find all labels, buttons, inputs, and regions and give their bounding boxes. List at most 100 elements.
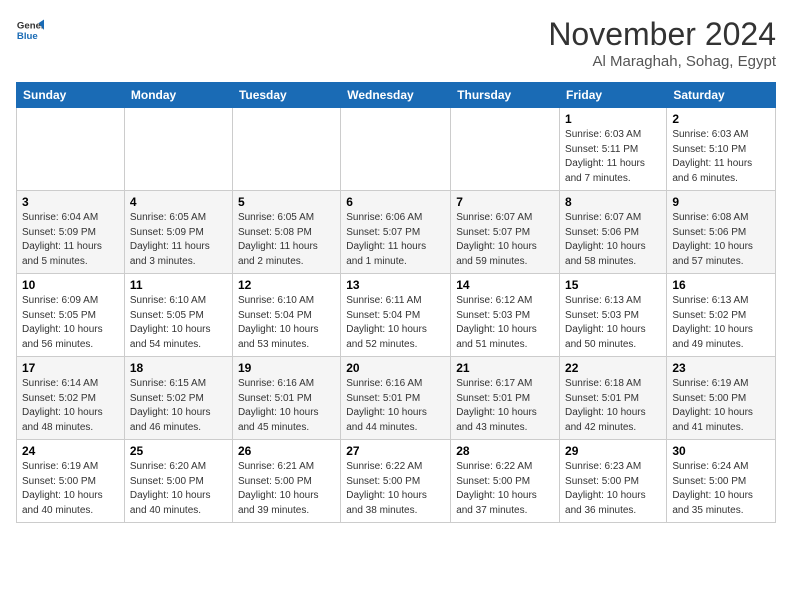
calendar-cell: 17 Sunrise: 6:14 AM Sunset: 5:02 PM Dayli… xyxy=(17,357,125,440)
location-subtitle: Al Maraghah, Sohag, Egypt xyxy=(548,53,776,70)
calendar-cell: 4 Sunrise: 6:05 AM Sunset: 5:09 PM Daylig… xyxy=(124,191,232,274)
weekday-header: Wednesday xyxy=(341,83,451,108)
day-number: 30 xyxy=(672,444,770,458)
day-number: 2 xyxy=(672,112,770,126)
day-number: 21 xyxy=(456,361,554,375)
day-number: 14 xyxy=(456,278,554,292)
weekday-header: Tuesday xyxy=(232,83,340,108)
calendar-cell: 2 Sunrise: 6:03 AM Sunset: 5:10 PM Daylig… xyxy=(667,108,776,191)
day-info: Sunrise: 6:17 AM Sunset: 5:01 PM Dayligh… xyxy=(456,377,554,435)
calendar-header-row: SundayMondayTuesdayWednesdayThursdayFrid… xyxy=(17,83,776,108)
calendar-cell xyxy=(124,108,232,191)
day-info: Sunrise: 6:18 AM Sunset: 5:01 PM Dayligh… xyxy=(565,377,661,435)
day-info: Sunrise: 6:07 AM Sunset: 5:06 PM Dayligh… xyxy=(565,211,661,269)
calendar-cell: 7Sunrise: 6:07 AM Sunset: 5:07 PM Daylig… xyxy=(451,191,560,274)
day-info: Sunrise: 6:05 AM Sunset: 5:09 PM Dayligh… xyxy=(130,211,227,269)
calendar-cell xyxy=(451,108,560,191)
day-info: Sunrise: 6:05 AM Sunset: 5:08 PM Dayligh… xyxy=(238,211,335,269)
weekday-header: Sunday xyxy=(17,83,125,108)
calendar-cell: 27Sunrise: 6:22 AM Sunset: 5:00 PM Dayli… xyxy=(341,440,451,523)
day-info: Sunrise: 6:13 AM Sunset: 5:03 PM Dayligh… xyxy=(565,294,661,352)
day-number: 25 xyxy=(130,444,227,458)
title-block: November 2024 Al Maraghah, Sohag, Egypt xyxy=(548,16,776,70)
day-number: 1 xyxy=(565,112,661,126)
day-info: Sunrise: 6:12 AM Sunset: 5:03 PM Dayligh… xyxy=(456,294,554,352)
logo: General Blue xyxy=(16,16,44,44)
day-number: 12 xyxy=(238,278,335,292)
day-info: Sunrise: 6:10 AM Sunset: 5:05 PM Dayligh… xyxy=(130,294,227,352)
day-info: Sunrise: 6:14 AM Sunset: 5:02 PM Dayligh… xyxy=(22,377,119,435)
day-number: 15 xyxy=(565,278,661,292)
day-info: Sunrise: 6:21 AM Sunset: 5:00 PM Dayligh… xyxy=(238,460,335,518)
page-header: General Blue November 2024 Al Maraghah, … xyxy=(16,16,776,70)
day-number: 13 xyxy=(346,278,445,292)
day-number: 22 xyxy=(565,361,661,375)
calendar-cell: 25 Sunrise: 6:20 AM Sunset: 5:00 PM Dayli… xyxy=(124,440,232,523)
day-number: 23 xyxy=(672,361,770,375)
day-info: Sunrise: 6:19 AM Sunset: 5:00 PM Dayligh… xyxy=(672,377,770,435)
day-info: Sunrise: 6:03 AM Sunset: 5:10 PM Dayligh… xyxy=(672,128,770,186)
calendar-cell: 14 Sunrise: 6:12 AM Sunset: 5:03 PM Dayli… xyxy=(451,274,560,357)
calendar-cell: 16 Sunrise: 6:13 AM Sunset: 5:02 PM Dayli… xyxy=(667,274,776,357)
day-info: Sunrise: 6:16 AM Sunset: 5:01 PM Dayligh… xyxy=(238,377,335,435)
day-info: Sunrise: 6:22 AM Sunset: 5:00 PM Dayligh… xyxy=(456,460,554,518)
calendar-cell: 20Sunrise: 6:16 AM Sunset: 5:01 PM Dayli… xyxy=(341,357,451,440)
calendar-cell: 3 Sunrise: 6:04 AM Sunset: 5:09 PM Daylig… xyxy=(17,191,125,274)
day-number: 29 xyxy=(565,444,661,458)
day-number: 7 xyxy=(456,195,554,209)
calendar-cell: 12 Sunrise: 6:10 AM Sunset: 5:04 PM Dayli… xyxy=(232,274,340,357)
day-number: 10 xyxy=(22,278,119,292)
day-info: Sunrise: 6:08 AM Sunset: 5:06 PM Dayligh… xyxy=(672,211,770,269)
calendar-week-row: 10 Sunrise: 6:09 AM Sunset: 5:05 PM Dayli… xyxy=(17,274,776,357)
day-info: Sunrise: 6:16 AM Sunset: 5:01 PM Dayligh… xyxy=(346,377,445,435)
calendar-cell: 9 Sunrise: 6:08 AM Sunset: 5:06 PM Daylig… xyxy=(667,191,776,274)
calendar-cell: 23 Sunrise: 6:19 AM Sunset: 5:00 PM Dayli… xyxy=(667,357,776,440)
calendar-table: SundayMondayTuesdayWednesdayThursdayFrid… xyxy=(16,82,776,523)
calendar-cell: 22 Sunrise: 6:18 AM Sunset: 5:01 PM Dayli… xyxy=(560,357,667,440)
calendar-cell: 19Sunrise: 6:16 AM Sunset: 5:01 PM Dayli… xyxy=(232,357,340,440)
calendar-cell: 8 Sunrise: 6:07 AM Sunset: 5:06 PM Daylig… xyxy=(560,191,667,274)
svg-text:General: General xyxy=(17,20,44,31)
day-info: Sunrise: 6:11 AM Sunset: 5:04 PM Dayligh… xyxy=(346,294,445,352)
calendar-week-row: 24Sunrise: 6:19 AM Sunset: 5:00 PM Dayli… xyxy=(17,440,776,523)
day-info: Sunrise: 6:06 AM Sunset: 5:07 PM Dayligh… xyxy=(346,211,445,269)
svg-text:Blue: Blue xyxy=(17,31,38,42)
calendar-cell: 13 Sunrise: 6:11 AM Sunset: 5:04 PM Dayli… xyxy=(341,274,451,357)
day-number: 16 xyxy=(672,278,770,292)
day-info: Sunrise: 6:10 AM Sunset: 5:04 PM Dayligh… xyxy=(238,294,335,352)
weekday-header: Saturday xyxy=(667,83,776,108)
month-title: November 2024 xyxy=(548,16,776,53)
day-number: 4 xyxy=(130,195,227,209)
day-number: 17 xyxy=(22,361,119,375)
calendar-cell: 24Sunrise: 6:19 AM Sunset: 5:00 PM Dayli… xyxy=(17,440,125,523)
day-number: 8 xyxy=(565,195,661,209)
weekday-header: Thursday xyxy=(451,83,560,108)
day-info: Sunrise: 6:20 AM Sunset: 5:00 PM Dayligh… xyxy=(130,460,227,518)
day-number: 3 xyxy=(22,195,119,209)
calendar-cell: 30 Sunrise: 6:24 AM Sunset: 5:00 PM Dayli… xyxy=(667,440,776,523)
calendar-week-row: 17 Sunrise: 6:14 AM Sunset: 5:02 PM Dayli… xyxy=(17,357,776,440)
day-info: Sunrise: 6:15 AM Sunset: 5:02 PM Dayligh… xyxy=(130,377,227,435)
day-info: Sunrise: 6:13 AM Sunset: 5:02 PM Dayligh… xyxy=(672,294,770,352)
day-info: Sunrise: 6:04 AM Sunset: 5:09 PM Dayligh… xyxy=(22,211,119,269)
calendar-cell: 6 Sunrise: 6:06 AM Sunset: 5:07 PM Daylig… xyxy=(341,191,451,274)
day-number: 6 xyxy=(346,195,445,209)
calendar-cell: 29Sunrise: 6:23 AM Sunset: 5:00 PM Dayli… xyxy=(560,440,667,523)
day-info: Sunrise: 6:24 AM Sunset: 5:00 PM Dayligh… xyxy=(672,460,770,518)
calendar-cell: 11Sunrise: 6:10 AM Sunset: 5:05 PM Dayli… xyxy=(124,274,232,357)
day-number: 9 xyxy=(672,195,770,209)
logo-icon: General Blue xyxy=(16,16,44,44)
day-info: Sunrise: 6:22 AM Sunset: 5:00 PM Dayligh… xyxy=(346,460,445,518)
day-number: 28 xyxy=(456,444,554,458)
calendar-cell: 10 Sunrise: 6:09 AM Sunset: 5:05 PM Dayli… xyxy=(17,274,125,357)
day-number: 18 xyxy=(130,361,227,375)
day-info: Sunrise: 6:19 AM Sunset: 5:00 PM Dayligh… xyxy=(22,460,119,518)
day-number: 5 xyxy=(238,195,335,209)
calendar-cell xyxy=(341,108,451,191)
calendar-cell: 18 Sunrise: 6:15 AM Sunset: 5:02 PM Dayli… xyxy=(124,357,232,440)
calendar-cell xyxy=(17,108,125,191)
calendar-body: 1Sunrise: 6:03 AM Sunset: 5:11 PM Daylig… xyxy=(17,108,776,523)
day-info: Sunrise: 6:09 AM Sunset: 5:05 PM Dayligh… xyxy=(22,294,119,352)
calendar-cell: 26 Sunrise: 6:21 AM Sunset: 5:00 PM Dayli… xyxy=(232,440,340,523)
day-number: 26 xyxy=(238,444,335,458)
